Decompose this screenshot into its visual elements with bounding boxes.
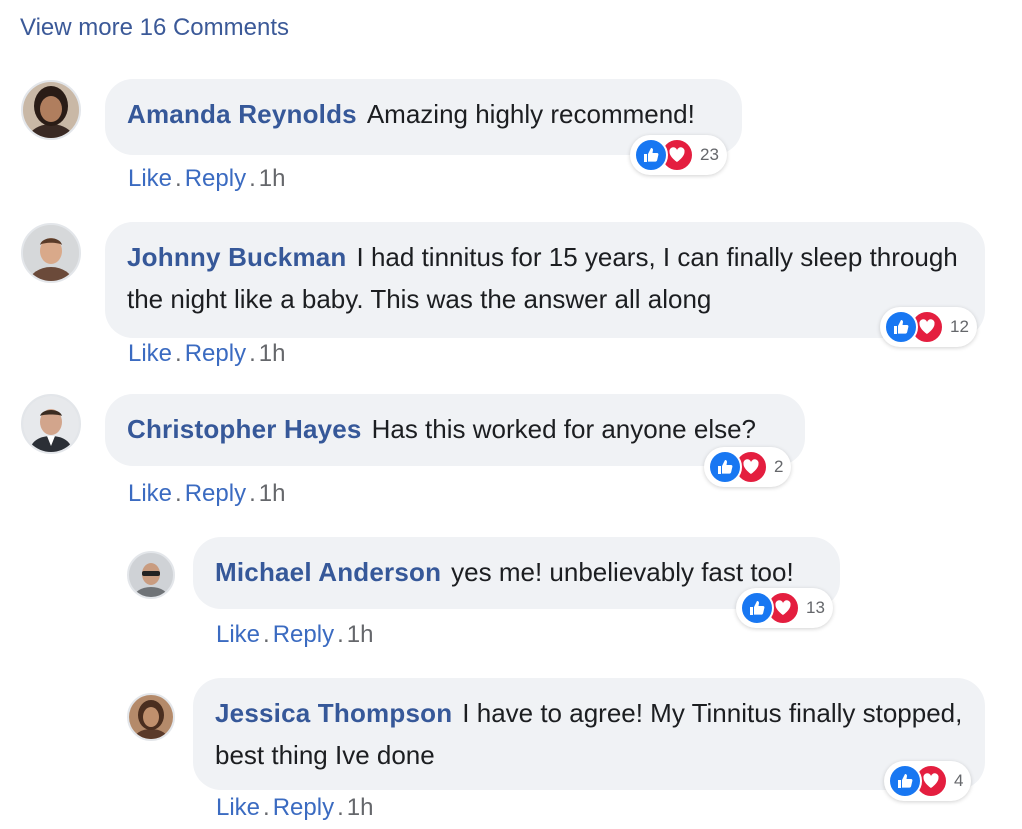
comment-text: Amazing highly recommend!	[366, 99, 695, 129]
comment-author[interactable]: Christopher Hayes	[127, 414, 362, 444]
like-link[interactable]: Like	[216, 621, 260, 648]
avatar[interactable]	[21, 80, 81, 140]
separator: .	[249, 165, 256, 192]
comment-bubble: Jessica Thompson I have to agree! My Tinn…	[193, 678, 985, 790]
avatar[interactable]	[127, 693, 175, 741]
comment-author[interactable]: Johnny Buckman	[127, 242, 347, 272]
like-link[interactable]: Like	[128, 165, 172, 192]
comment-actions: Like. Reply. 1h	[128, 340, 285, 368]
comment-text: Has this worked for anyone else?	[371, 414, 757, 444]
reply-link[interactable]: Reply	[273, 794, 334, 821]
avatar[interactable]	[21, 223, 81, 283]
separator: .	[337, 621, 344, 648]
reaction-summary[interactable]: 12	[880, 307, 977, 347]
comment-time[interactable]: 1h	[347, 794, 374, 821]
separator: .	[337, 794, 344, 821]
thumbs-up-icon	[708, 450, 742, 484]
reply-link[interactable]: Reply	[185, 165, 246, 192]
reaction-summary[interactable]: 4	[884, 761, 972, 801]
thumbs-up-icon	[884, 310, 918, 344]
comment-time[interactable]: 1h	[259, 480, 286, 507]
comment-actions: Like. Reply. 1h	[216, 794, 373, 822]
reaction-count: 23	[700, 145, 719, 164]
like-link[interactable]: Like	[128, 340, 172, 367]
view-more-comments-link[interactable]: View more 16 Comments	[20, 14, 289, 42]
reaction-count: 13	[806, 598, 825, 617]
thumbs-up-icon	[888, 764, 922, 798]
avatar[interactable]	[21, 394, 81, 454]
separator: .	[249, 340, 256, 367]
separator: .	[263, 794, 270, 821]
reaction-summary[interactable]: 23	[630, 135, 727, 175]
comment-author[interactable]: Jessica Thompson	[215, 698, 452, 728]
thumbs-up-icon	[740, 591, 774, 625]
comment-actions: Like. Reply. 1h	[128, 480, 285, 508]
comment-actions: Like. Reply. 1h	[216, 621, 373, 649]
reaction-summary[interactable]: 13	[736, 588, 833, 628]
comment-time[interactable]: 1h	[259, 165, 286, 192]
comment-bubble: Johnny Buckman I had tinnitus for 15 year…	[105, 222, 985, 338]
separator: .	[175, 480, 182, 507]
separator: .	[175, 165, 182, 192]
thumbs-up-icon	[634, 138, 668, 172]
comment-author[interactable]: Michael Anderson	[215, 557, 441, 587]
reply-link[interactable]: Reply	[273, 621, 334, 648]
comment-author[interactable]: Amanda Reynolds	[127, 99, 357, 129]
like-link[interactable]: Like	[128, 480, 172, 507]
reply-link[interactable]: Reply	[185, 340, 246, 367]
reaction-count: 4	[954, 771, 964, 790]
separator: .	[249, 480, 256, 507]
comment-actions: Like. Reply. 1h	[128, 165, 285, 193]
comment-time[interactable]: 1h	[259, 340, 286, 367]
reaction-summary[interactable]: 2	[704, 447, 792, 487]
comment-bubble: Christopher Hayes Has this worked for any…	[105, 394, 805, 466]
reaction-count: 2	[774, 457, 784, 476]
comment-text: yes me! unbelievably fast too!	[451, 557, 794, 587]
like-link[interactable]: Like	[216, 794, 260, 821]
comment-time[interactable]: 1h	[347, 621, 374, 648]
reaction-count: 12	[950, 317, 969, 336]
separator: .	[175, 340, 182, 367]
separator: .	[263, 621, 270, 648]
avatar[interactable]	[127, 551, 175, 599]
reply-link[interactable]: Reply	[185, 480, 246, 507]
